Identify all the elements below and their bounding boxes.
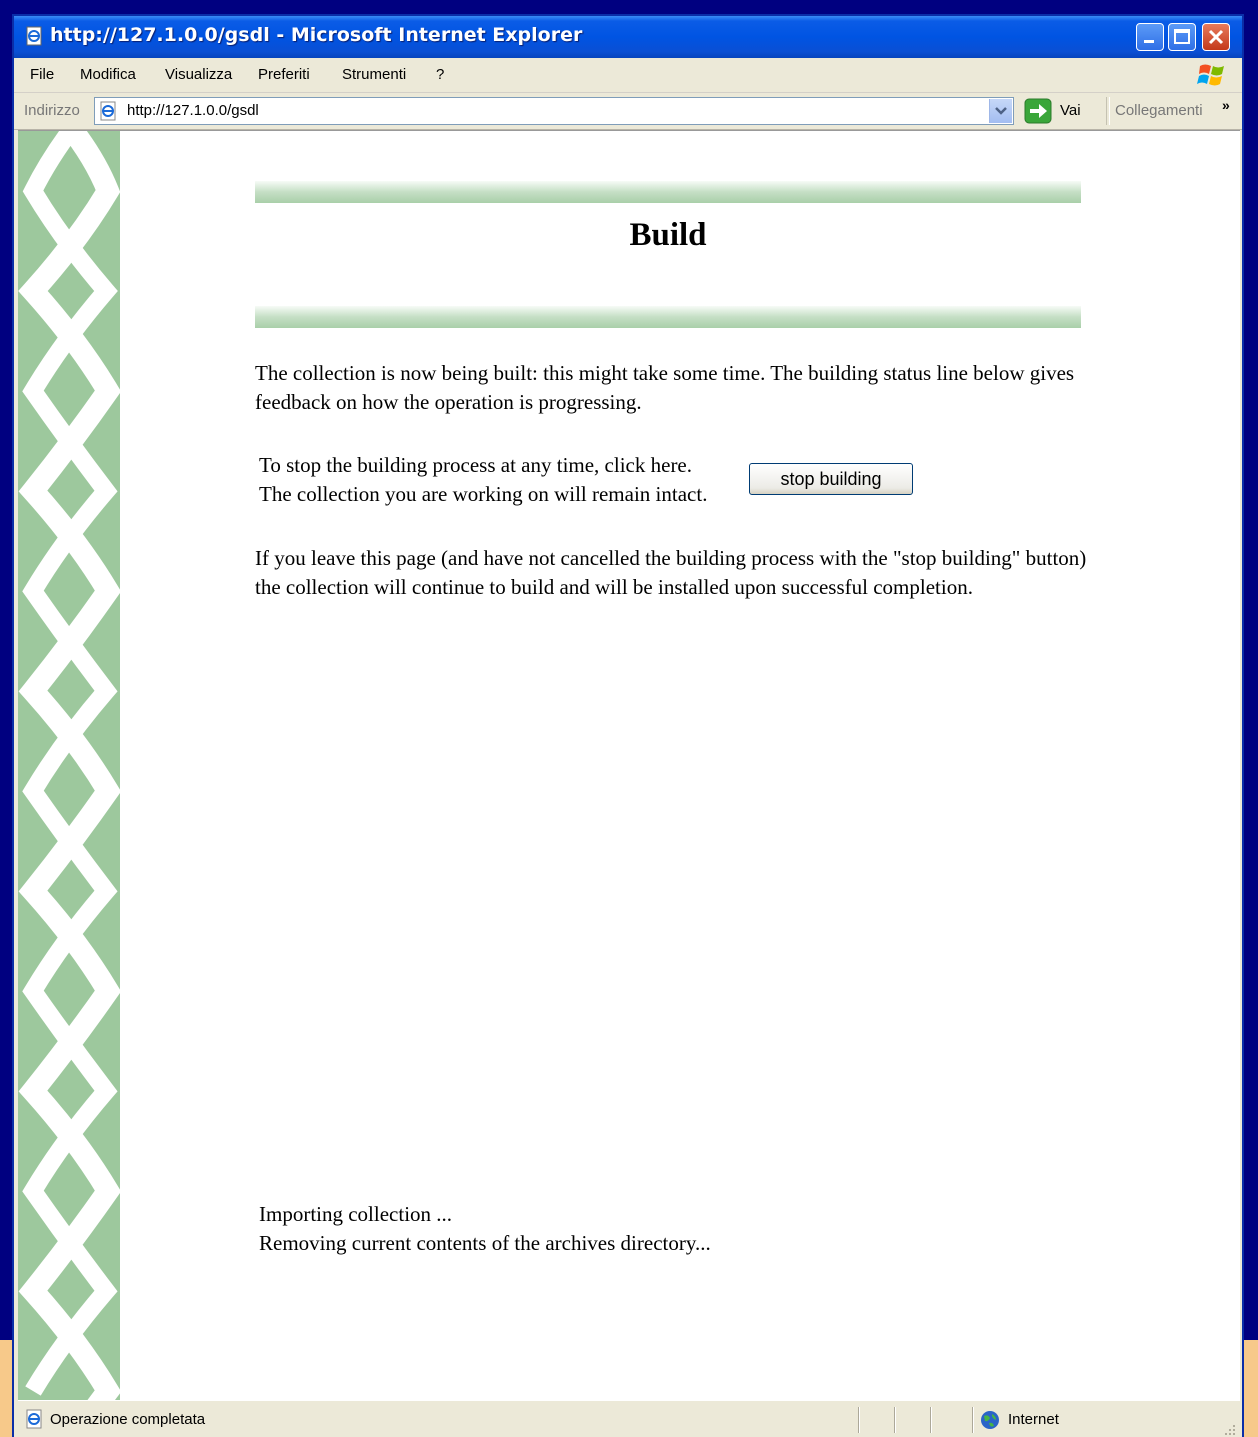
stop-instruction-line1: To stop the building process at any time… — [259, 453, 693, 477]
intro-text: The collection is now being built: this … — [255, 361, 1075, 414]
status-separator — [930, 1407, 932, 1433]
browser-window: http://127.1.0.0/gsdl - Microsoft Intern… — [12, 14, 1244, 1437]
minimize-icon — [1144, 40, 1154, 43]
resize-grip-icon[interactable] — [1222, 1422, 1236, 1436]
ie-page-icon — [100, 101, 116, 121]
title-bar[interactable]: http://127.1.0.0/gsdl - Microsoft Intern… — [14, 16, 1242, 58]
maximize-button[interactable] — [1168, 23, 1196, 51]
go-button[interactable]: Vai — [1060, 102, 1081, 119]
page-title: Build — [629, 217, 707, 253]
menu-preferiti[interactable]: Preferiti — [258, 66, 310, 83]
menu-help[interactable]: ? — [436, 66, 444, 83]
stop-instructions: To stop the building process at any time… — [259, 451, 749, 509]
menu-modifica[interactable]: Modifica — [80, 66, 136, 83]
build-status: Importing collection ... Removing curren… — [259, 1200, 959, 1258]
chevron-down-icon — [995, 107, 1007, 115]
menu-strumenti[interactable]: Strumenti — [342, 66, 406, 83]
menu-file[interactable]: File — [30, 66, 54, 83]
stop-building-button[interactable]: stop building — [749, 463, 913, 495]
build-status-line1: Importing collection ... — [259, 1202, 453, 1226]
header-rule-bottom — [255, 306, 1081, 328]
address-url: http://127.1.0.0/gsdl — [127, 102, 259, 119]
close-button[interactable] — [1202, 23, 1230, 51]
page-content: Build The collection is now being built:… — [18, 130, 1240, 1401]
toolbar-separator — [1106, 97, 1110, 125]
ie-page-icon — [26, 26, 42, 46]
ie-page-icon — [26, 1409, 42, 1429]
status-text: Operazione completata — [50, 1411, 206, 1428]
minimize-button[interactable] — [1136, 23, 1164, 51]
close-icon — [1208, 29, 1224, 45]
status-separator — [894, 1407, 896, 1433]
security-zone: Internet — [1008, 1411, 1059, 1428]
status-separator — [858, 1407, 860, 1433]
decorative-braid-band — [18, 131, 120, 1401]
menu-bar: File Modifica Visualizza Preferiti Strum… — [14, 58, 1242, 93]
status-separator — [972, 1407, 974, 1433]
address-input[interactable]: http://127.1.0.0/gsdl — [94, 97, 1014, 125]
links-toolbar[interactable]: Collegamenti — [1115, 102, 1203, 119]
stop-instruction-line2: The collection you are working on will r… — [259, 482, 708, 506]
go-arrow-icon[interactable] — [1024, 98, 1052, 124]
leave-page-text: If you leave this page (and have not can… — [255, 546, 1087, 599]
header-rule-top — [255, 181, 1081, 203]
window-title: http://127.1.0.0/gsdl - Microsoft Intern… — [50, 24, 583, 46]
menu-visualizza[interactable]: Visualizza — [165, 66, 232, 83]
status-bar: Operazione completata Internet — [18, 1400, 1240, 1437]
address-label: Indirizzo — [24, 102, 80, 119]
maximize-icon — [1174, 29, 1190, 44]
globe-icon — [981, 1411, 999, 1429]
address-dropdown-button[interactable] — [989, 99, 1012, 123]
links-more-chevron[interactable]: » — [1222, 97, 1230, 113]
build-status-line2: Removing current contents of the archive… — [259, 1231, 711, 1255]
windows-logo-icon — [1197, 64, 1224, 86]
address-bar: Indirizzo http://127.1.0.0/gsdl Vai Coll… — [14, 93, 1242, 130]
